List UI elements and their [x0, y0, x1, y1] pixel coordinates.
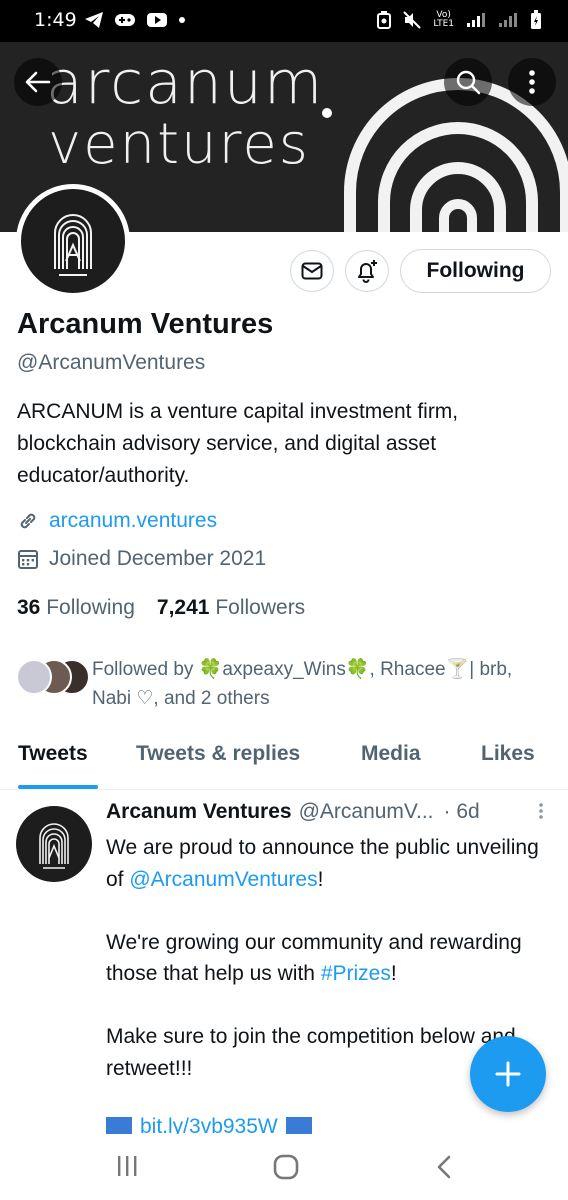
recent-apps-button[interactable]: [116, 1154, 138, 1183]
youtube-icon: [147, 13, 167, 27]
arcanum-logo-icon: [39, 823, 69, 869]
more-vertical-icon: [529, 70, 535, 94]
tweet-link-partial[interactable]: bit.ly/3vb935W: [106, 1115, 556, 1135]
tweet-text-span: !: [317, 867, 324, 891]
banner-title-line1: arcanum: [46, 48, 325, 118]
signal-icon: [467, 13, 485, 27]
status-system-icons: Vo) LTE1: [377, 10, 542, 30]
tweet-hashtag-link[interactable]: #Prizes: [321, 962, 391, 985]
profile-name: Arcanum Ventures: [17, 308, 274, 340]
system-nav-bar: [0, 1134, 568, 1200]
tweet-header: Arcanum Ventures @ArcanumV... · 6d: [106, 800, 550, 824]
tweet-mention-link[interactable]: @ArcanumVentures: [129, 868, 317, 891]
following-count: 36: [17, 596, 41, 619]
profile-handle: @ArcanumVentures: [17, 351, 206, 374]
tab-media[interactable]: Media: [361, 742, 421, 766]
following-button[interactable]: Following: [400, 249, 551, 293]
avatar: [16, 659, 52, 695]
compose-tweet-button[interactable]: [470, 1036, 546, 1112]
mute-icon: [403, 11, 422, 29]
tweet-short-link[interactable]: bit.ly/3vb935W: [140, 1115, 278, 1135]
search-icon: [456, 70, 481, 95]
lte-bottom-label: LTE1: [433, 19, 454, 29]
mail-icon: [301, 262, 323, 280]
tweet-more-button[interactable]: [538, 802, 544, 826]
following-count-link[interactable]: 36 Following: [17, 596, 135, 620]
more-vertical-icon: [539, 803, 543, 819]
link-icon: [20, 513, 36, 529]
followers-count-label: Followers: [215, 596, 306, 619]
tweet-timestamp[interactable]: · 6d: [444, 800, 480, 824]
profile-avatar[interactable]: [16, 184, 130, 298]
banner-title-line2: ventures: [48, 112, 310, 177]
more-options-button[interactable]: [508, 58, 556, 106]
tweet-paragraph: We are proud to announce the public unve…: [106, 832, 556, 895]
tweet-text-span: !: [390, 962, 397, 985]
back-arrow-icon: [25, 71, 51, 93]
tab-tweets[interactable]: Tweets: [18, 742, 88, 766]
status-time: 1:49: [34, 9, 77, 31]
tab-likes[interactable]: Likes: [481, 742, 535, 766]
followers-count-link[interactable]: 7,241 Followers: [157, 596, 305, 620]
nav-back-icon: [437, 1155, 451, 1179]
telegram-icon: [85, 12, 103, 28]
tab-tweets-replies[interactable]: Tweets & replies: [136, 742, 300, 766]
tweet-avatar[interactable]: [16, 806, 92, 882]
play-emoji-icon: [106, 1117, 132, 1135]
lte-indicator: Vo) LTE1: [433, 11, 454, 29]
website-row: arcanum.ventures: [17, 509, 217, 533]
battery-saver-icon: [377, 11, 392, 29]
mutual-avatars: [14, 659, 90, 699]
arcanum-logo-icon: [54, 214, 92, 276]
tweet-text-span: We're growing our community and rewardin…: [106, 930, 522, 986]
bell-plus-icon: [358, 260, 377, 283]
back-button[interactable]: [14, 58, 62, 106]
website-link[interactable]: arcanum.ventures: [49, 509, 217, 533]
active-tab-indicator: [18, 785, 98, 789]
profile-tabs: Tweets Tweets & replies Media Likes: [0, 730, 568, 790]
message-button[interactable]: [290, 250, 334, 292]
gamepad-icon: [115, 14, 135, 26]
followers-count: 7,241: [156, 596, 210, 619]
joined-date: Joined December 2021: [49, 547, 267, 570]
follow-counts: 36 Following 7,241 Followers: [17, 596, 305, 620]
tweet-paragraph: We're growing our community and rewardin…: [106, 927, 556, 990]
notifications-button[interactable]: [345, 250, 389, 292]
profile-bio: ARCANUM is a venture capital investment …: [17, 400, 459, 487]
home-button[interactable]: [272, 1154, 300, 1185]
followed-by-row[interactable]: Followed by 🍀axpeaxy_Wins🍀, Rhacee🍸| brb…: [14, 655, 532, 713]
calendar-icon: [18, 550, 38, 569]
tweet-author-handle[interactable]: @ArcanumV...: [299, 800, 434, 824]
tweet-author-name[interactable]: Arcanum Ventures: [106, 800, 292, 824]
following-count-label: Following: [46, 596, 135, 619]
reverse-emoji-icon: [285, 1117, 312, 1135]
battery-icon: [531, 10, 541, 29]
search-button[interactable]: [444, 58, 492, 106]
home-icon: [273, 1154, 299, 1180]
status-notification-icons: [84, 11, 186, 29]
dot-icon: [179, 17, 185, 23]
recent-apps-icon: [118, 1156, 137, 1176]
status-bar: 1:49 Vo) LTE1: [0, 0, 568, 42]
compose-plus-icon: [495, 1061, 521, 1087]
signal-2-icon: [499, 13, 517, 27]
banner-dot: [322, 108, 332, 118]
joined-row: Joined December 2021: [17, 547, 266, 571]
nav-back-button[interactable]: [434, 1154, 454, 1185]
followed-by-text: Followed by 🍀axpeaxy_Wins🍀, Rhacee🍸| brb…: [92, 659, 513, 709]
